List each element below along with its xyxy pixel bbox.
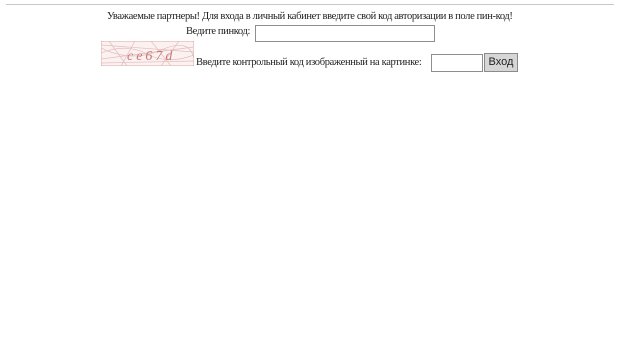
- captcha-text: ce67d: [127, 49, 175, 64]
- pin-code-input[interactable]: [255, 25, 435, 42]
- captcha-code-input[interactable]: [431, 54, 483, 72]
- login-button[interactable]: Вход: [484, 53, 518, 72]
- captcha-image: ce67d: [101, 41, 194, 66]
- captcha-code-label: Введите контрольный код изображенный на …: [196, 57, 422, 68]
- top-divider: [6, 4, 614, 5]
- pin-code-label: Ведите пинкод:: [186, 26, 251, 37]
- greeting-message: Уважаемые партнеры! Для входа в личный к…: [107, 11, 513, 22]
